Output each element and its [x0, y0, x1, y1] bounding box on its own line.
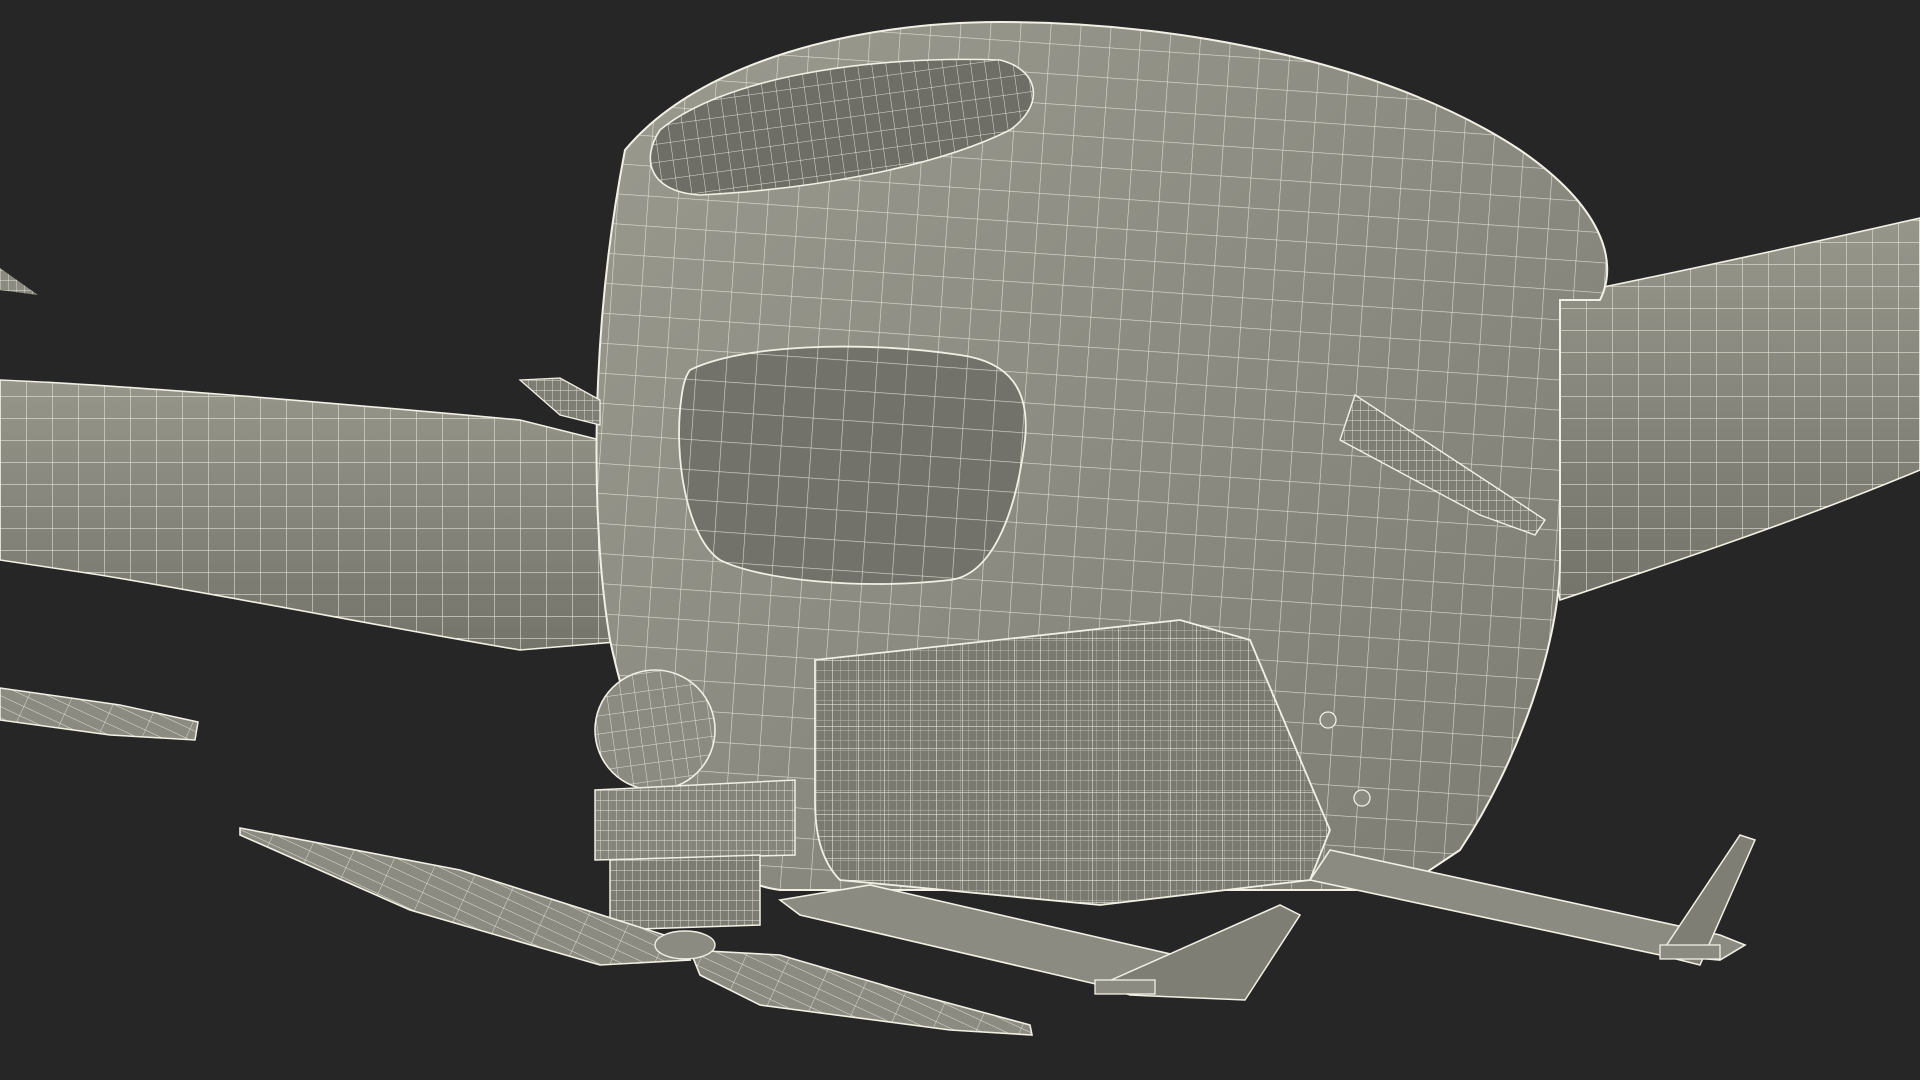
left-arm: [0, 379, 641, 651]
drone-wireframe-render: [0, 20, 1920, 1036]
left-antenna-fin: [518, 377, 601, 426]
payload-box: [814, 619, 1331, 906]
render-viewport[interactable]: [0, 0, 1920, 1080]
propeller-tip-top-left: [0, 268, 38, 295]
front-window-recess: [678, 345, 1027, 585]
propeller-blade-left: [0, 687, 199, 741]
